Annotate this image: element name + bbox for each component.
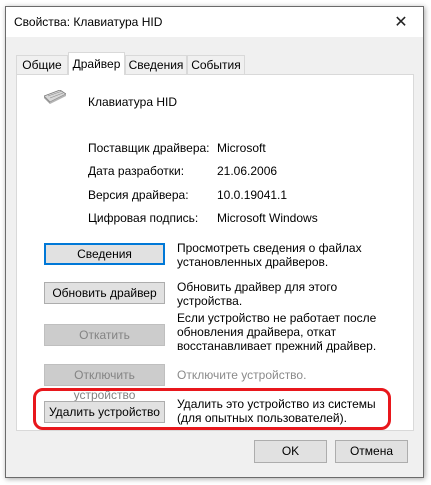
rollback-description: Если устройство не работает после обновл…	[177, 311, 377, 353]
window-title: Свойства: Клавиатура HID	[14, 15, 163, 29]
signature-label: Цифровая подпись:	[88, 211, 199, 225]
provider-value: Microsoft	[217, 141, 266, 155]
ok-button[interactable]: OK	[254, 440, 327, 463]
tab-events[interactable]: События	[187, 55, 245, 74]
device-name: Клавиатура HID	[88, 95, 177, 109]
disable-device-button[interactable]: Отключить устройство	[44, 364, 165, 402]
provider-label: Поставщик драйвера:	[88, 141, 210, 155]
version-label: Версия драйвера:	[88, 188, 189, 202]
rollback-button[interactable]: Откатить	[44, 324, 165, 346]
signature-value: Microsoft Windows	[217, 211, 318, 225]
close-icon: ✕	[394, 14, 408, 31]
title-bar: Свойства: Клавиатура HID ✕	[6, 7, 423, 37]
uninstall-highlight-frame	[33, 388, 391, 430]
details-description: Просмотреть сведения о файлах установлен…	[177, 241, 362, 269]
keyboard-icon	[44, 90, 66, 104]
close-button[interactable]: ✕	[379, 7, 423, 37]
update-driver-button[interactable]: Обновить драйвер	[44, 282, 165, 304]
version-value: 10.0.19041.1	[217, 188, 288, 202]
tab-driver[interactable]: Драйвер	[68, 52, 125, 75]
date-value: 21.06.2006	[217, 164, 278, 178]
details-button[interactable]: Сведения	[44, 243, 165, 265]
tab-details[interactable]: Сведения	[125, 55, 187, 74]
cancel-button[interactable]: Отмена	[335, 440, 408, 463]
update-driver-description: Обновить драйвер для этого устройства.	[177, 280, 338, 308]
driver-panel: Клавиатура HID Поставщик драйвера: Micro…	[16, 74, 414, 431]
disable-device-description: Отключите устройство.	[177, 368, 307, 382]
date-label: Дата разработки:	[88, 164, 185, 178]
tab-general[interactable]: Общие	[16, 55, 68, 74]
